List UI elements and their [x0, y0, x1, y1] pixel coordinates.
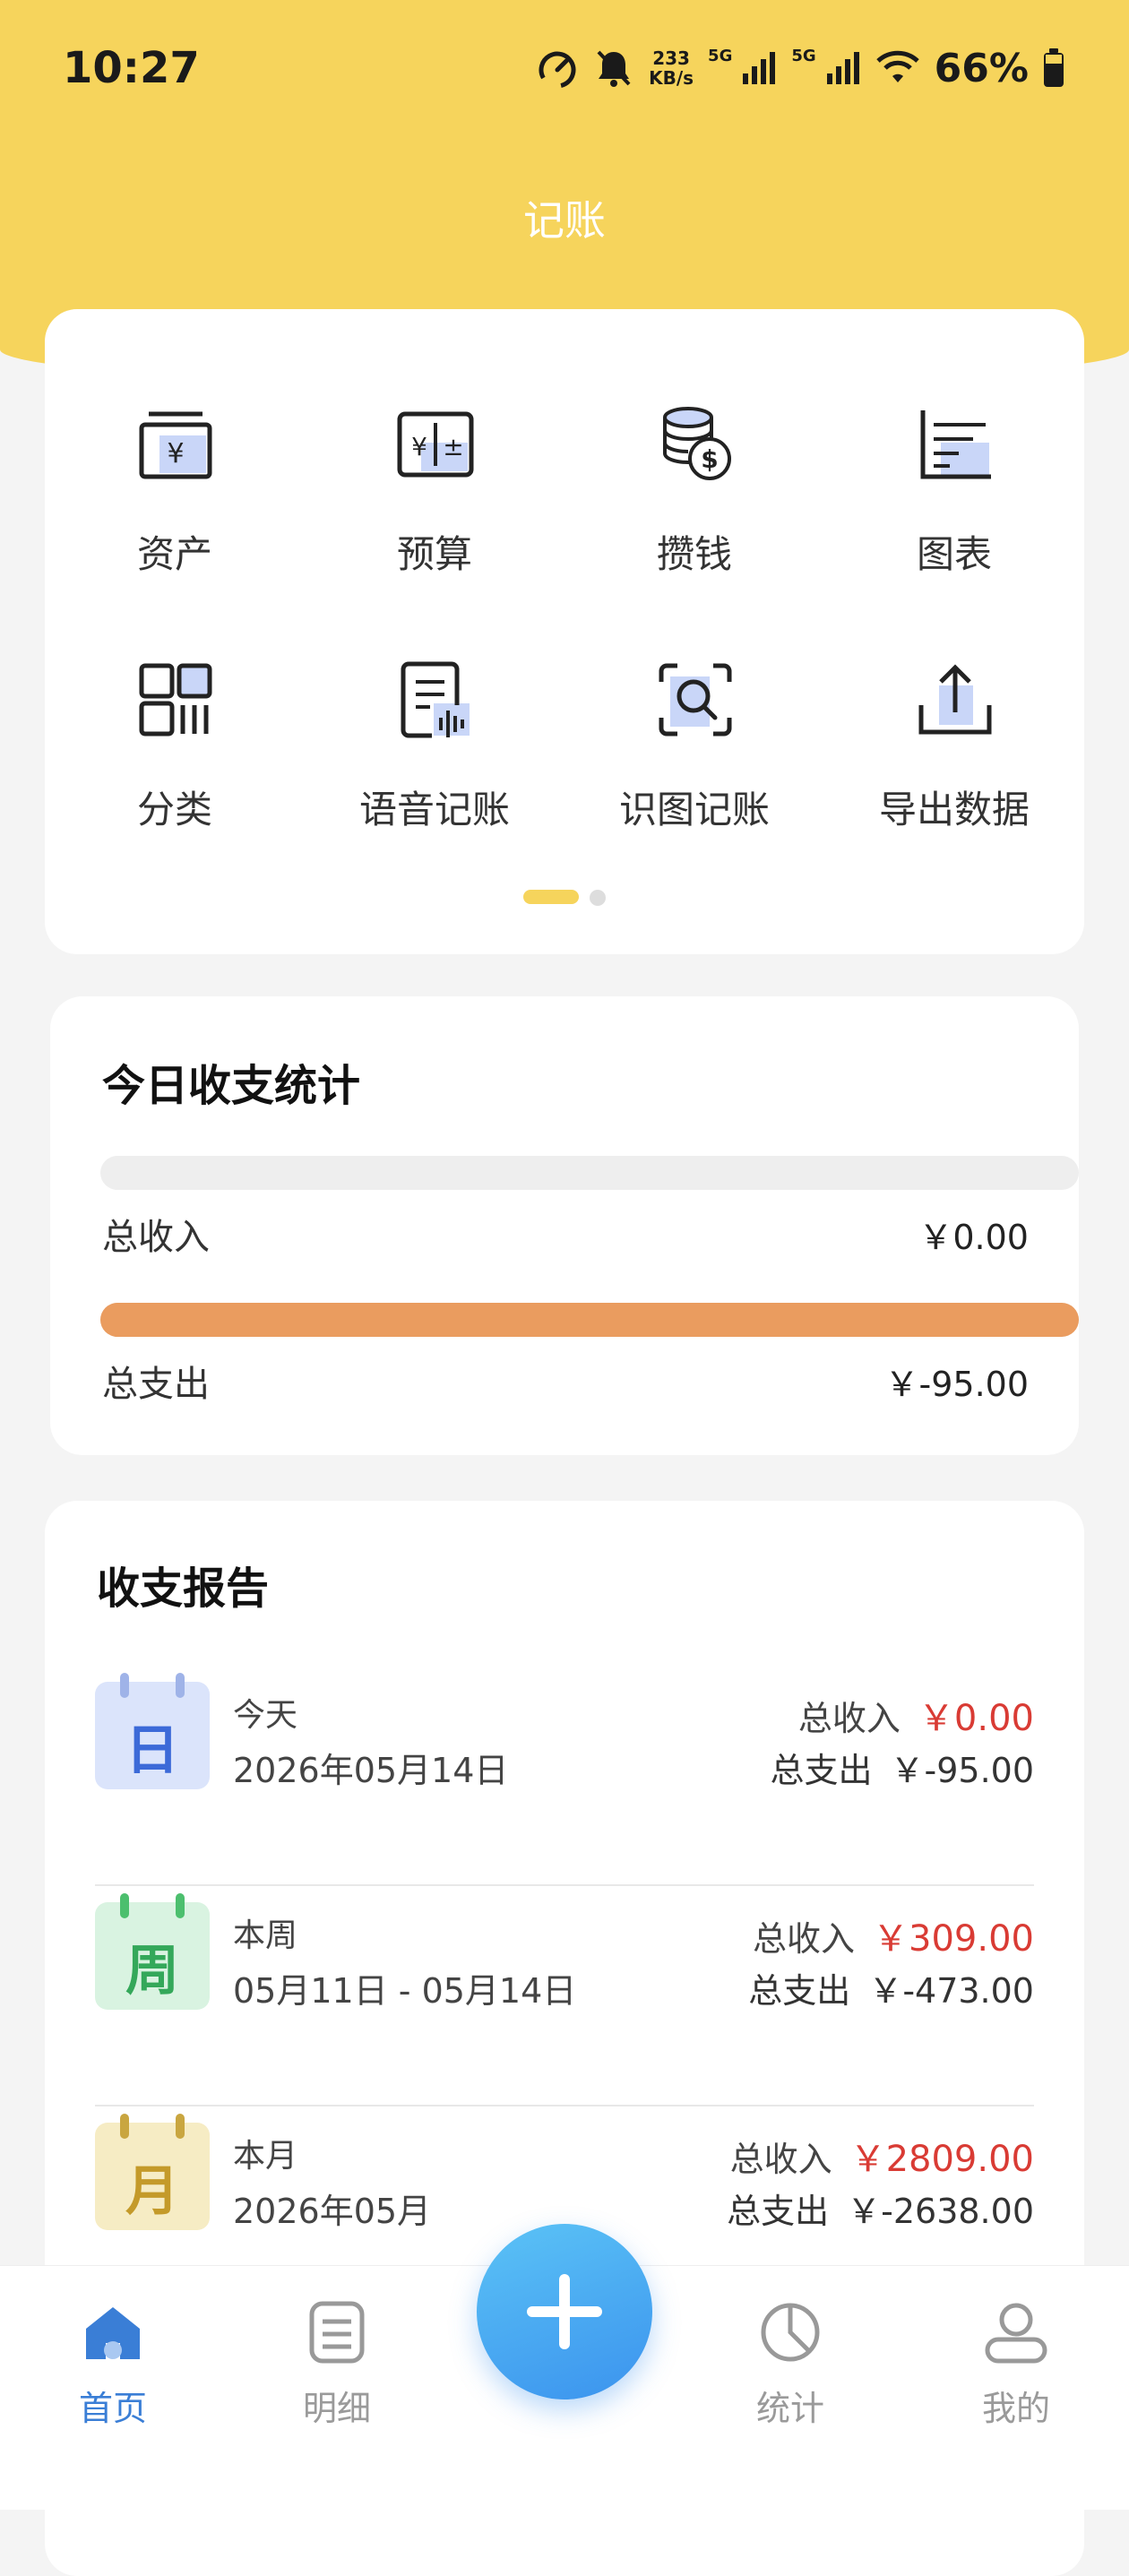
report-row-expense: 总支出 ￥-2638.00: [727, 2184, 1034, 2233]
tab-home[interactable]: 首页: [23, 2266, 203, 2445]
report-row-name: 今天: [233, 1697, 298, 1734]
profile-icon: [982, 2298, 1050, 2366]
coins-stack-icon: $: [654, 403, 737, 486]
status-icons: 233 KB/s 5G 5G 66%: [536, 43, 1064, 93]
report-row-income: 总收入 ￥0.00: [798, 1689, 1034, 1741]
tab-label: 首页: [78, 2389, 147, 2428]
week-calendar-icon: 周: [95, 1893, 210, 2010]
pie-chart-icon: [756, 2298, 824, 2366]
net-speed-value: 233: [652, 47, 690, 69]
signal-icon: [741, 50, 777, 86]
page-title: 记账: [523, 196, 606, 245]
tab-label: 我的: [981, 2389, 1050, 2428]
speedometer-icon: [536, 47, 579, 90]
page-dot-active[interactable]: [523, 890, 579, 904]
income-value: ￥0.00: [918, 1218, 1029, 1257]
tab-label: 明细: [302, 2389, 371, 2428]
quick-item-label: 导出数据: [878, 788, 1030, 831]
svg-text:±: ±: [443, 432, 463, 461]
expense-label: 总支出: [102, 1364, 210, 1405]
status-time: 10:27: [63, 43, 200, 93]
income-label: 总收入: [753, 1919, 856, 1959]
expense-value: ￥-95.00: [884, 1365, 1030, 1404]
income-amount: ￥309.00: [873, 1918, 1034, 1960]
quick-item-saving[interactable]: $ 攒钱: [564, 309, 824, 576]
export-upload-icon: [914, 659, 996, 741]
income-bar: [100, 1156, 1079, 1190]
report-row-expense: 总支出 ￥-95.00: [770, 1743, 1034, 1792]
income-label: 总收入: [797, 1699, 901, 1738]
report-row-income: 总收入 ￥309.00: [753, 1909, 1034, 1961]
quick-item-image-scan[interactable]: 识图记账: [564, 564, 824, 831]
sim2-network-label: 5G: [791, 46, 816, 65]
expense-label: 总支出: [748, 1971, 851, 2011]
net-speed-unit: KB/s: [649, 67, 694, 89]
today-stats-title: 今日收支统计: [102, 1061, 361, 1111]
income-label: 总收入: [102, 1217, 210, 1258]
tab-stats[interactable]: 统计: [701, 2266, 880, 2445]
bell-muted-icon: [593, 47, 634, 90]
day-calendar-icon: 日: [95, 1673, 210, 1789]
image-scan-icon: [654, 659, 737, 741]
voice-record-icon: [394, 659, 477, 741]
calendar-badge-text: 日: [125, 1719, 179, 1782]
income-label: 总收入: [729, 2140, 832, 2179]
expense-label: 总支出: [727, 2192, 830, 2231]
calendar-badge-text: 月: [125, 2160, 179, 2223]
report-row-expense: 总支出 ￥-473.00: [748, 1963, 1034, 2012]
battery-icon: [1043, 48, 1064, 88]
report-row-date: 2026年05月14日: [233, 1751, 509, 1790]
list-detail-icon: [303, 2298, 371, 2366]
page-indicator: [45, 890, 1084, 906]
quick-item-category[interactable]: 分类: [45, 564, 305, 831]
expense-amount: ￥-2638.00: [847, 2192, 1034, 2231]
expense-amount: ￥-473.00: [868, 1971, 1034, 2011]
tab-details[interactable]: 明细: [247, 2266, 427, 2445]
tab-label: 统计: [755, 2389, 824, 2428]
quick-item-budget[interactable]: ¥ ± 预算: [305, 309, 564, 576]
status-bar: 10:27 233 KB/s 5G 5G 66%: [0, 0, 1129, 143]
chart-icon: [914, 403, 996, 486]
expense-amount: ￥-95.00: [890, 1751, 1035, 1790]
budget-calculator-icon: ¥ ±: [394, 403, 477, 486]
quick-actions-card: ¥ 资产 ¥ ± 预算 $ 攒钱 图表 分类 语音记账 识图记账 导出数据: [45, 309, 1084, 954]
month-calendar-icon: 月: [95, 2114, 210, 2230]
income-amount: ￥2809.00: [849, 2139, 1034, 2180]
signal-icon: [825, 50, 861, 86]
svg-text:¥: ¥: [411, 432, 427, 461]
tab-mine[interactable]: 我的: [926, 2266, 1106, 2445]
home-icon: [79, 2298, 147, 2366]
sim1-network-label: 5G: [708, 46, 733, 65]
report-row-today[interactable]: 日 今天 2026年05月14日 总收入 ￥0.00 总支出 ￥-95.00: [45, 1644, 1084, 1865]
page-dot[interactable]: [590, 890, 606, 906]
calendar-badge-text: 周: [125, 1940, 179, 2003]
quick-item-export[interactable]: 导出数据: [824, 564, 1084, 831]
income-amount: ￥0.00: [918, 1698, 1034, 1739]
today-stats-card: 今日收支统计 总收入 ￥0.00 总支出 ￥-95.00: [50, 996, 1079, 1455]
add-record-button[interactable]: [477, 2224, 652, 2399]
quick-item-label: 语音记账: [358, 788, 510, 831]
report-title: 收支报告: [97, 1564, 270, 1614]
svg-text:$: $: [701, 444, 718, 474]
report-row-week[interactable]: 周 本周 05月11日 - 05月14日 总收入 ￥309.00 总支出 ￥-4…: [45, 1865, 1084, 2085]
svg-text:¥: ¥: [167, 438, 184, 470]
net-speed: 233 KB/s: [649, 48, 694, 88]
report-row-date: 2026年05月: [233, 2192, 432, 2231]
quick-item-asset[interactable]: ¥ 资产: [45, 309, 305, 576]
wifi-icon: [875, 50, 920, 86]
expense-label: 总支出: [770, 1751, 873, 1790]
quick-item-label: 识图记账: [618, 788, 770, 831]
report-row-date: 05月11日 - 05月14日: [233, 1971, 577, 2011]
asset-box-icon: ¥: [134, 403, 217, 486]
report-row-name: 本月: [233, 2138, 298, 2175]
expense-bar: [100, 1303, 1079, 1337]
quick-item-chart[interactable]: 图表: [824, 309, 1084, 576]
expense-bar-fill: [100, 1303, 1079, 1337]
category-grid-icon: [134, 659, 217, 741]
quick-item-voice[interactable]: 语音记账: [305, 564, 564, 831]
report-row-name: 本周: [233, 1917, 298, 1954]
battery-percent: 66%: [934, 45, 1029, 91]
quick-item-label: 分类: [136, 788, 212, 831]
report-row-income: 总收入 ￥2809.00: [730, 2130, 1034, 2182]
